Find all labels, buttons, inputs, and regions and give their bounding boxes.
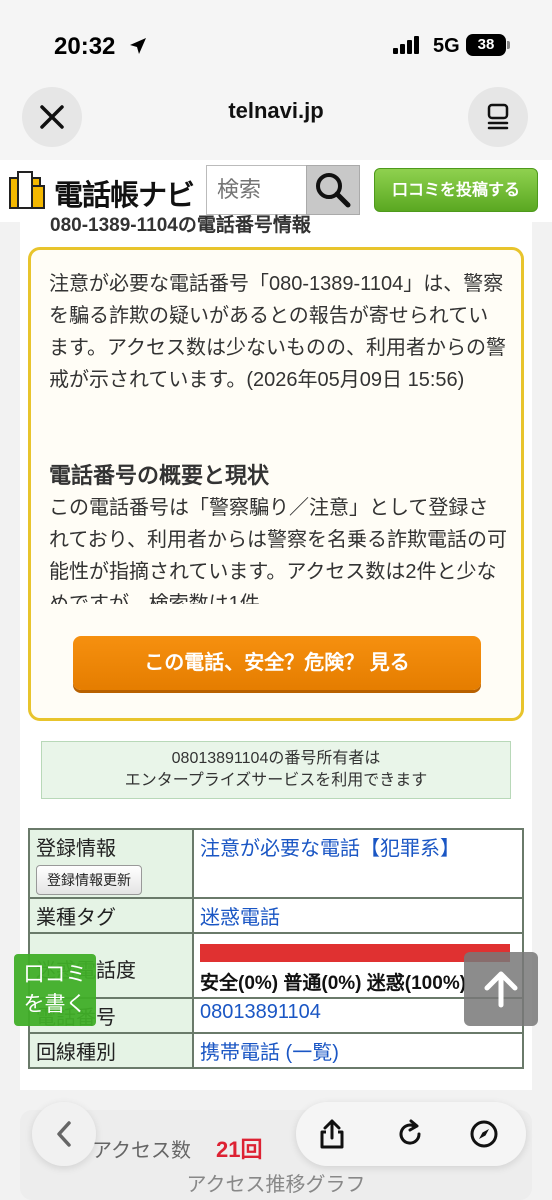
caution-notice-box: 注意が必要な電話番号「080-1389-1104」は、警察を騙る詐欺の疑いがある… [28,247,524,721]
compass-button[interactable] [466,1116,502,1152]
table-row: 業種タグ 迷惑電話 [28,897,524,934]
row-label: 登録情報 登録情報更新 [28,828,194,899]
search-button[interactable] [306,165,360,215]
phone-info-table: 登録情報 登録情報更新 注意が必要な電話【犯罪系】 業種タグ 迷惑電話 迷惑電話… [28,828,524,1069]
section-heading: 080-1389-1104の電話番号情報 [50,215,311,236]
write-review-line1: 口コミ [23,963,87,986]
share-icon [320,1119,344,1149]
line-type-link[interactable]: 携帯電話 (一覧) [192,1032,524,1069]
owner-banner-line2: エンタープライズサービスを利用できます [124,772,428,789]
share-button[interactable] [314,1116,350,1152]
owner-banner-line1: 08013891104の番号所有者は [171,750,381,767]
overview-body: この電話番号は「警察騙り／注意」として登録されており、利用者からは警察を名乗る詐… [49,497,507,604]
write-review-line2: を書く [23,993,87,1016]
arrow-up-icon [484,971,518,1008]
post-review-button[interactable]: 口コミを投稿する [374,168,538,212]
update-registration-button[interactable]: 登録情報更新 [36,865,142,895]
logo-book-icon [9,171,45,209]
scroll-top-button[interactable] [464,952,538,1026]
reader-icon [487,103,509,130]
registration-label: 登録情報 [36,838,116,860]
table-row: 回線種別 携帯電話 (一覧) [28,1032,524,1069]
caution-summary: 注意が必要な電話番号「080-1389-1104」は、警察を騙る詐欺の疑いがある… [49,273,506,391]
status-bar: 20:32 5G 38 [0,0,552,90]
overview-heading: 電話番号の概要と現状 [49,463,270,488]
access-label: アクセス数 [92,1140,191,1162]
compass-icon [470,1120,498,1148]
table-row: 迷惑電話度 安全(0%) 普通(0%) 迷惑(100%) [28,932,524,999]
site-logo[interactable]: 電話帳ナビ [8,168,198,212]
search-icon [316,173,351,208]
battery-tip [507,41,510,49]
battery-indicator: 38 [466,34,506,56]
signal-icon [393,36,419,54]
clock: 20:32 [54,33,116,60]
table-row: 電話番号 08013891104 [28,997,524,1034]
table-row: 登録情報 登録情報更新 注意が必要な電話【犯罪系】 [28,828,524,899]
logo-text: 電話帳ナビ [54,180,195,212]
main-content: 080-1389-1104の電話番号情報 注意が必要な電話番号「080-1389… [20,215,532,1090]
location-arrow-icon [130,38,146,54]
chevron-left-icon [57,1121,71,1147]
reload-button[interactable] [392,1116,428,1152]
owner-banner[interactable]: 08013891104の番号所有者は エンタープライズサービスを利用できます [41,741,511,799]
industry-tag-link[interactable]: 迷惑電話 [192,897,524,934]
browser-header: telnavi.jp [0,80,552,160]
line-type-label: 回線種別 [28,1032,194,1069]
reader-mode-button[interactable] [468,87,528,147]
reload-icon [399,1119,421,1145]
industry-tag-label: 業種タグ [28,897,194,934]
browser-toolbar [296,1102,526,1166]
write-review-button[interactable]: 口コミ を書く [14,954,96,1026]
search-input[interactable] [207,166,307,214]
search-field[interactable] [206,165,308,215]
back-button[interactable] [32,1102,96,1166]
registration-value[interactable]: 注意が必要な電話【犯罪系】 [192,828,524,899]
network-type: 5G [433,35,460,57]
access-graph-title: アクセス推移グラフ [186,1174,366,1196]
safety-check-button[interactable]: この電話、安全？危険？ 見る [73,636,481,690]
access-count: 21回 [216,1137,263,1162]
